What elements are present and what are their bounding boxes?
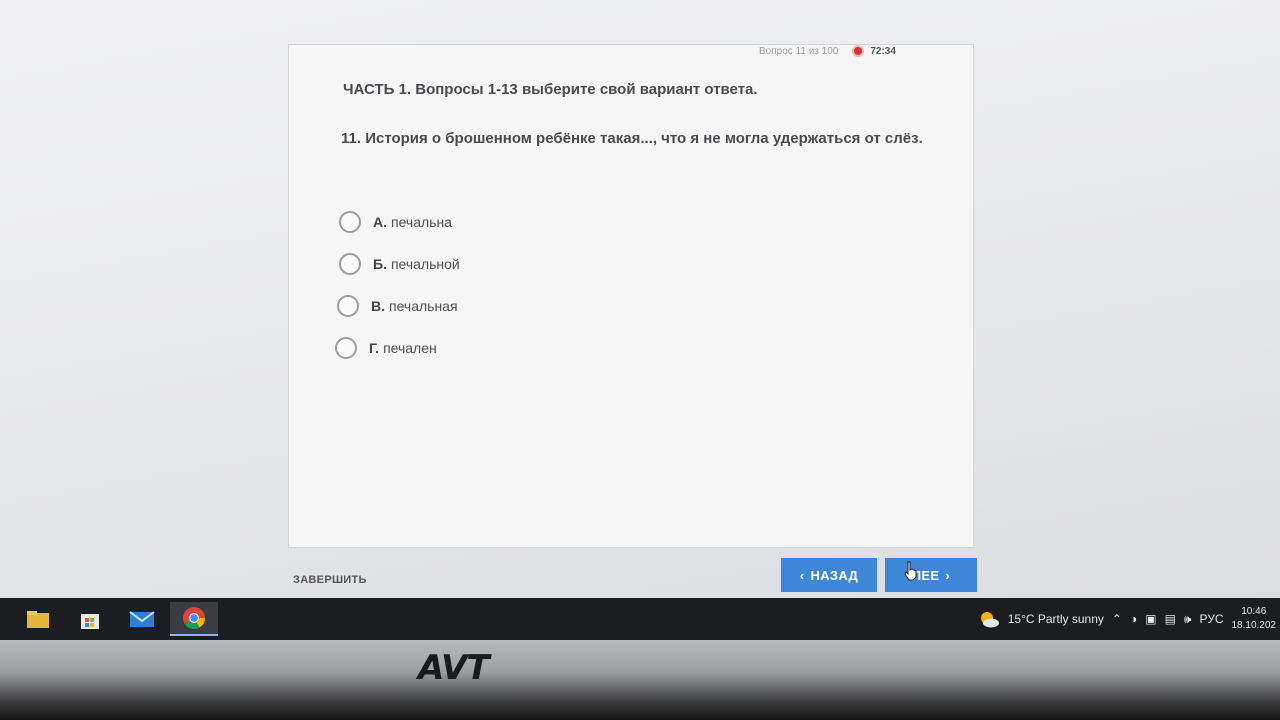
answer-option-d[interactable]: Г. печален <box>335 327 460 369</box>
network-icon[interactable]: ▤ <box>1165 612 1176 626</box>
question-progress: Вопрос 11 из 100 <box>759 45 839 57</box>
radio-icon[interactable] <box>339 253 361 275</box>
question-text: 11. История о брошенном ребёнке такая...… <box>341 130 923 147</box>
clock-date: 18.10.202 <box>1231 620 1277 631</box>
answer-option-a[interactable]: А. печальна <box>339 201 460 243</box>
chevron-left-icon: ‹ <box>799 567 805 583</box>
timer: 72:34 <box>852 45 896 57</box>
option-letter: В. <box>371 298 385 314</box>
partly-sunny-icon <box>980 612 999 628</box>
section-title: ЧАСТЬ 1. Вопросы 1-13 выберите свой вари… <box>343 81 758 98</box>
notification-app-icon[interactable]: ▣ <box>1145 612 1156 626</box>
monitor-brand-logo: AVT <box>418 648 490 688</box>
option-text: печальная <box>389 298 458 314</box>
meet-now-icon[interactable]: ◑ <box>1130 612 1137 626</box>
back-button[interactable]: ‹ НАЗАД <box>781 558 877 592</box>
taskbar-chrome[interactable] <box>170 602 218 636</box>
answer-option-b[interactable]: Б. печальной <box>339 243 460 285</box>
question-card: Вопрос 11 из 100 72:34 ЧАСТЬ 1. Вопросы … <box>288 44 974 548</box>
option-text: печальна <box>391 214 452 230</box>
taskbar: 15°C Partly sunny ⌃ ◑ ▣ ▤ 🕪 РУС 10:46 18… <box>0 598 1280 640</box>
chevron-right-icon: › <box>945 567 950 583</box>
clock[interactable]: 10:46 18.10.202 <box>1232 605 1277 633</box>
chevron-up-icon[interactable]: ⌃ <box>1112 612 1122 626</box>
monitor-bezel <box>0 640 1280 720</box>
mail-icon <box>129 611 155 627</box>
hand-cursor-icon <box>904 561 917 581</box>
option-letter: А. <box>373 214 387 230</box>
option-text: печален <box>383 340 437 356</box>
back-button-label: НАЗАД <box>810 567 859 583</box>
taskbar-file-explorer[interactable] <box>14 602 62 636</box>
chrome-icon <box>183 607 205 629</box>
language-indicator[interactable]: РУС <box>1199 612 1223 626</box>
timer-icon <box>852 45 865 57</box>
radio-icon[interactable] <box>335 337 357 359</box>
taskbar-store[interactable] <box>66 602 114 636</box>
radio-icon[interactable] <box>337 295 359 317</box>
answer-option-c[interactable]: В. печальная <box>337 285 460 327</box>
answer-options: А. печальна Б. печальной В. печальная Г.… <box>335 201 460 369</box>
test-header: Вопрос 11 из 100 72:34 <box>759 41 975 61</box>
store-icon <box>81 614 99 629</box>
volume-icon[interactable]: 🕪 <box>1184 612 1192 627</box>
screen: Вопрос 11 из 100 72:34 ЧАСТЬ 1. Вопросы … <box>0 0 1280 598</box>
option-letter: Г. <box>369 340 380 356</box>
option-letter: Б. <box>373 256 387 272</box>
next-button[interactable]: ЛЕЕ › <box>885 558 977 592</box>
option-text: печальной <box>390 256 460 272</box>
weather-text[interactable]: 15°C Partly sunny <box>1008 612 1104 626</box>
system-tray: 15°C Partly sunny ⌃ ◑ ▣ ▤ 🕪 РУС 10:46 18… <box>978 598 1280 640</box>
file-explorer-icon <box>27 611 49 628</box>
radio-icon[interactable] <box>339 211 361 233</box>
timer-value: 72:34 <box>870 45 896 57</box>
taskbar-mail[interactable] <box>118 602 166 636</box>
finish-button[interactable]: ЗАВЕРШИТЬ <box>293 574 367 586</box>
clock-time: 10:46 <box>1241 606 1267 617</box>
